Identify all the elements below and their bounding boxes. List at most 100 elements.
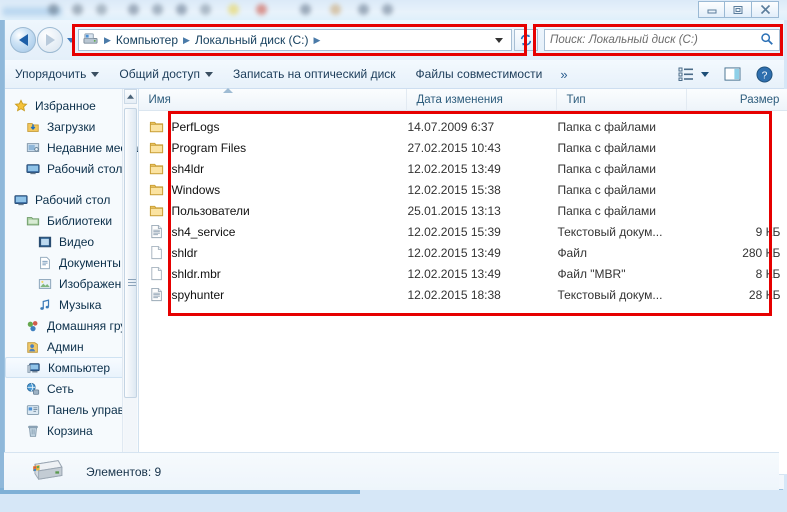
share-label: Общий доступ (119, 67, 201, 81)
downloads-icon (25, 119, 41, 135)
sidebar-item-homegroup[interactable]: Домашняя груп (5, 315, 138, 336)
view-list-icon[interactable] (675, 64, 697, 84)
documents-icon (37, 255, 53, 271)
cell-name: sh4_service (139, 224, 407, 240)
video-icon (37, 234, 53, 250)
sidebar-label: Избранное (35, 98, 96, 113)
arrow-right-icon (45, 34, 55, 46)
column-headers: Имя Дата изменения Тип Размер (139, 88, 787, 111)
cell-date: 25.01.2015 13:13 (407, 203, 501, 218)
back-button[interactable] (10, 27, 36, 53)
chevron-down-icon (205, 71, 214, 77)
compatibility-files-button[interactable]: Файлы совместимости (406, 67, 553, 81)
table-row[interactable]: spyhunter 12.02.2015 18:38 Текстовый докум… (139, 284, 787, 305)
table-row[interactable]: PerfLogs 14.07.2009 6:37 Папка с файлами (139, 116, 787, 137)
sidebar-item-control-panel[interactable]: Панель управле (5, 399, 138, 420)
sidebar-scrollbar[interactable] (122, 89, 138, 474)
organize-label: Упорядочить (15, 67, 87, 81)
file-name: Program Files (171, 140, 247, 155)
cell-date: 12.02.2015 13:49 (407, 161, 501, 176)
address-bar[interactable]: ▶ Компьютер ▶ Локальный диск (C:) ▶ (78, 29, 512, 51)
folder-icon (148, 161, 164, 177)
sidebar-item-downloads[interactable]: Загрузки (5, 116, 138, 137)
maximize-button[interactable] (725, 1, 752, 18)
sidebar-item-recent-places[interactable]: Недавние места (5, 137, 138, 158)
cell-type: Файл "MBR" (557, 266, 626, 281)
cell-date: 14.07.2009 6:37 (407, 119, 495, 134)
table-row[interactable]: Windows 12.02.2015 15:38 Папка с файлами (139, 179, 787, 200)
cell-size: 8 КБ (755, 266, 781, 281)
control-panel-icon (25, 402, 41, 418)
sidebar-item-computer[interactable]: Компьютер (5, 357, 135, 378)
sidebar-label: Видео (59, 234, 95, 249)
file-name: Пользователи (171, 203, 250, 218)
sidebar-item-favorites[interactable]: Избранное (5, 95, 138, 116)
preview-pane-icon[interactable] (721, 64, 743, 84)
toolbar-overflow-button[interactable]: » (552, 67, 575, 82)
burn-button[interactable]: Записать на оптический диск (223, 67, 406, 81)
table-row[interactable]: Пользователи 25.01.2015 13:13 Папка с файл… (139, 200, 787, 221)
sidebar-item-network[interactable]: Сеть (5, 378, 138, 399)
breadcrumb-item-local-disk[interactable]: Локальный диск (C:) (193, 33, 311, 47)
libraries-icon (25, 213, 41, 229)
address-dropdown-icon[interactable] (495, 37, 503, 43)
cell-name: PerfLogs (139, 119, 407, 135)
table-row[interactable]: shldr 12.02.2015 13:49 Файл 280 КБ (139, 242, 787, 263)
close-button[interactable] (752, 1, 779, 18)
cell-type: Папка с файлами (557, 119, 656, 134)
computer-drive-icon (83, 31, 98, 49)
sidebar-label: Библиотеки (47, 213, 113, 228)
column-header-size[interactable]: Размер (687, 89, 787, 111)
sidebar-item-desktop-root[interactable]: Рабочий стол (5, 189, 138, 210)
sidebar-label: Сеть (47, 381, 74, 396)
column-header-type[interactable]: Тип (557, 88, 688, 111)
pictures-icon (37, 276, 53, 292)
folder-icon (148, 119, 164, 135)
table-row[interactable]: shldr.mbr 12.02.2015 13:49 Файл "MBR" 8 КБ (139, 263, 787, 284)
minimize-button[interactable] (698, 1, 725, 18)
scrollbar-thumb[interactable] (124, 108, 138, 398)
organize-button[interactable]: Упорядочить (5, 67, 109, 81)
sort-ascending-icon (223, 88, 234, 93)
column-header-name[interactable]: Имя (139, 88, 408, 111)
sidebar-item-music[interactable]: Музыка (5, 294, 138, 315)
search-icon[interactable] (760, 32, 774, 49)
table-row[interactable]: sh4_service 12.02.2015 15:39 Текстовый док… (139, 221, 787, 242)
scroll-up-arrow[interactable] (124, 89, 138, 104)
cell-date: 12.02.2015 13:49 (407, 245, 501, 260)
file-name: Windows (171, 182, 221, 197)
chevron-down-icon[interactable] (67, 37, 75, 43)
recycle-bin-icon (25, 423, 41, 439)
file-rows: PerfLogs 14.07.2009 6:37 Папка с файлами Pr… (139, 111, 787, 305)
refresh-button[interactable] (514, 29, 538, 51)
sidebar-item-pictures[interactable]: Изображения (5, 273, 138, 294)
search-placeholder: Поиск: Локальный диск (C:) (550, 34, 698, 46)
sidebar-item-desktop[interactable]: Рабочий стол (5, 158, 138, 179)
help-icon[interactable]: ? (753, 64, 775, 84)
star-icon (13, 98, 29, 114)
cell-date: 12.02.2015 15:39 (407, 224, 501, 239)
status-bar: Элементов: 9 (4, 452, 779, 490)
explorer-window-screen: ▶ Компьютер ▶ Локальный диск (C:) ▶ Поис… (0, 0, 787, 512)
sidebar-item-documents[interactable]: Документы (5, 252, 138, 273)
share-button[interactable]: Общий доступ (109, 67, 223, 81)
cell-name: shldr (139, 245, 407, 261)
view-dropdown-icon[interactable] (701, 71, 709, 77)
search-input[interactable]: Поиск: Локальный диск (C:) (544, 29, 780, 51)
cell-date: 12.02.2015 15:38 (407, 182, 501, 197)
sidebar-label: Документы (59, 255, 121, 270)
breadcrumb-item-computer[interactable]: Компьютер (114, 33, 180, 47)
sidebar-item-libraries[interactable]: Библиотеки (5, 210, 138, 231)
forward-button[interactable] (37, 27, 63, 53)
column-header-date[interactable]: Дата изменения (407, 88, 558, 111)
table-row[interactable]: Program Files 27.02.2015 10:43 Папка с фай… (139, 137, 787, 158)
sidebar-item-video[interactable]: Видео (5, 231, 138, 252)
table-row[interactable]: sh4ldr 12.02.2015 13:49 Папка с файлами (139, 158, 787, 179)
sidebar-item-admin[interactable]: Админ (5, 336, 138, 357)
status-text: Элементов: 9 (86, 464, 162, 479)
navigation-pane: Избранное Загрузки Недавние места Рабочи… (5, 89, 140, 474)
command-toolbar: Упорядочить Общий доступ Записать на опт… (5, 60, 784, 89)
cell-type: Папка с файлами (557, 161, 656, 176)
sidebar-item-recycle-bin[interactable]: Корзина (5, 420, 138, 441)
